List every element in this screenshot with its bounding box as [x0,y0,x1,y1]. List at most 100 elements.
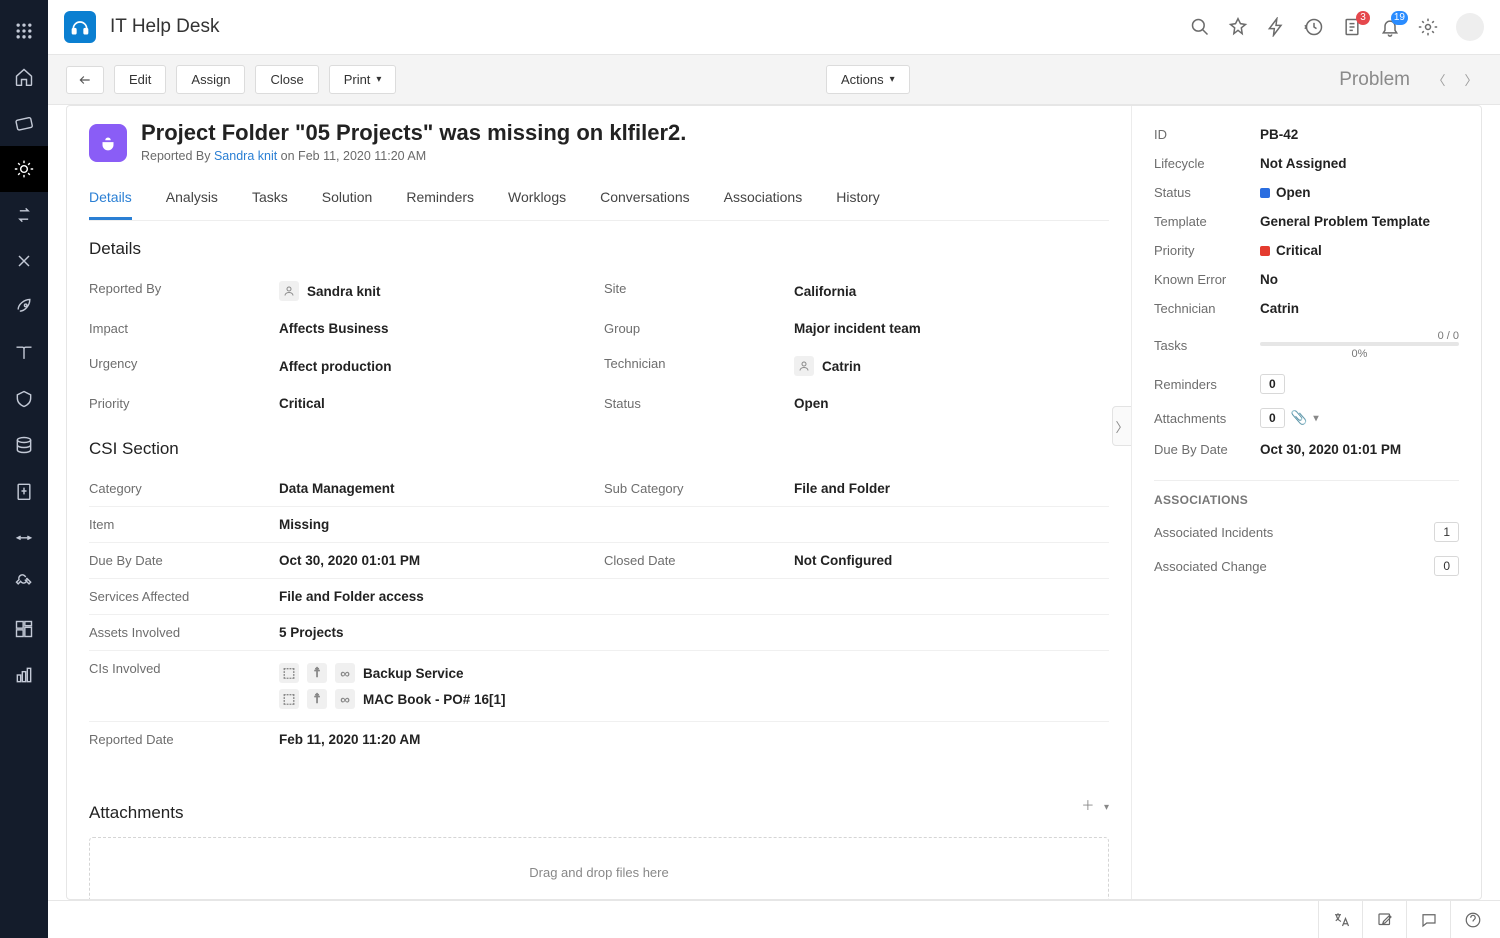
dueby-label: Due By Date [89,543,269,578]
nav-problem-icon[interactable] [0,146,48,192]
pin-icon[interactable] [1228,17,1248,37]
status-value: Open [1260,185,1311,200]
tab-conversations[interactable]: Conversations [600,181,690,220]
nav-dashboard-icon[interactable] [0,606,48,652]
vertical-nav [0,0,48,938]
app-title: IT Help Desk [110,16,219,38]
assets-label: Assets Involved [89,615,269,650]
services-value: File and Folder access [279,579,1109,614]
nav-tools-icon[interactable] [0,238,48,284]
dueby-value: Oct 30, 2020 01:01 PM [1260,442,1401,457]
nav-reports-icon[interactable] [0,652,48,698]
assoc-incidents-label: Associated Incidents [1154,525,1434,540]
cube-icon: ⬚ [279,663,299,683]
history-icon[interactable] [1304,17,1324,37]
reporter-link[interactable]: Sandra knit [214,149,277,163]
nav-contract-icon[interactable] [0,514,48,560]
language-icon[interactable] [1318,901,1362,938]
tab-history[interactable]: History [836,181,880,220]
back-button[interactable] [66,66,104,94]
tab-associations[interactable]: Associations [724,181,803,220]
tasks-label: Tasks [1154,338,1260,353]
priority-label: Priority [1154,243,1260,258]
help-icon[interactable] [1450,901,1494,938]
nav-admin-icon[interactable] [0,560,48,606]
reminders-count[interactable]: 0 [1260,374,1285,394]
dueby-value: Oct 30, 2020 01:01 PM [279,543,594,578]
link-icon: ∞ [335,663,355,683]
close-button[interactable]: Close [255,65,318,94]
collapse-side-icon[interactable]: 〉 [1112,406,1131,446]
nav-change-icon[interactable] [0,192,48,238]
tasks-progress: 0 / 0 0% [1260,330,1459,360]
user-avatar[interactable] [1456,13,1484,41]
print-button[interactable]: Print▾ [329,65,397,94]
technician-value: Catrin [1260,301,1299,316]
closed-label: Closed Date [604,543,784,578]
reported-by-value: Sandra knit [279,271,594,311]
tab-details[interactable]: Details [89,181,132,220]
chat-icon[interactable] [1406,901,1450,938]
associations-heading: ASSOCIATIONS [1154,480,1459,507]
tab-worklogs[interactable]: Worklogs [508,181,566,220]
tab-reminders[interactable]: Reminders [406,181,474,220]
item-label: Item [89,507,269,542]
nav-asset-icon[interactable] [0,376,48,422]
chevron-down-icon[interactable]: ▾ [1314,413,1319,424]
attachment-dropzone[interactable]: Drag and drop files here [89,837,1109,899]
priority-label: Priority [89,386,269,421]
subcategory-label: Sub Category [604,471,784,506]
site-label: Site [604,271,784,311]
nav-cmdb-icon[interactable] [0,422,48,468]
nav-purchase-icon[interactable] [0,468,48,514]
tab-analysis[interactable]: Analysis [166,181,218,220]
template-value: General Problem Template [1260,214,1430,229]
technician-value: Catrin [794,346,1109,386]
nav-home-icon[interactable] [0,54,48,100]
notes-badge: 3 [1356,11,1370,25]
nav-knowledge-icon[interactable] [0,330,48,376]
assoc-incidents-count[interactable]: 1 [1434,522,1459,542]
gear-icon[interactable] [1418,17,1438,37]
link-icon: ∞ [335,689,355,709]
known-error-value: No [1260,272,1278,287]
actions-button[interactable]: Actions▾ [826,65,910,94]
notes-icon[interactable]: 3 [1342,17,1362,37]
add-attachment-icon[interactable]: ＋ [1081,798,1094,813]
impact-value: Affects Business [279,311,594,346]
status-label: Status [1154,185,1260,200]
nav-release-icon[interactable] [0,284,48,330]
urgency-value: Affect production [279,346,594,386]
search-icon[interactable] [1190,17,1210,37]
chevron-down-icon: ▾ [376,74,381,85]
user-icon [794,356,814,376]
status-value: Open [794,386,1109,421]
nav-ticket-icon[interactable] [0,100,48,146]
technician-label: Technician [1154,301,1260,316]
attachments-count[interactable]: 0 [1260,408,1285,428]
id-label: ID [1154,127,1260,142]
lifecycle-label: Lifecycle [1154,156,1260,171]
tab-tasks[interactable]: Tasks [252,181,288,220]
chevron-down-icon[interactable]: ▾ [1104,802,1109,813]
tree-icon: ☨ [307,689,327,709]
assign-button[interactable]: Assign [176,65,245,94]
assoc-change-count[interactable]: 0 [1434,556,1459,576]
urgency-label: Urgency [89,346,269,386]
known-error-label: Known Error [1154,272,1260,287]
category-label: Category [89,471,269,506]
prev-record-icon[interactable]: 〈 [1428,69,1450,91]
bell-icon[interactable]: 19 [1380,17,1400,37]
bolt-icon[interactable] [1266,17,1286,37]
paperclip-icon[interactable]: 📎 [1291,410,1308,426]
lifecycle-value: Not Assigned [1260,156,1347,171]
edit-button[interactable]: Edit [114,65,166,94]
next-record-icon[interactable]: 〉 [1460,69,1482,91]
nav-apps-icon[interactable] [0,8,48,54]
compose-icon[interactable] [1362,901,1406,938]
reported-date-value: Feb 11, 2020 11:20 AM [279,722,1109,757]
tree-icon: ☨ [307,663,327,683]
tab-solution[interactable]: Solution [322,181,373,220]
tabs: Details Analysis Tasks Solution Reminder… [89,181,1109,221]
group-value: Major incident team [794,311,1109,346]
